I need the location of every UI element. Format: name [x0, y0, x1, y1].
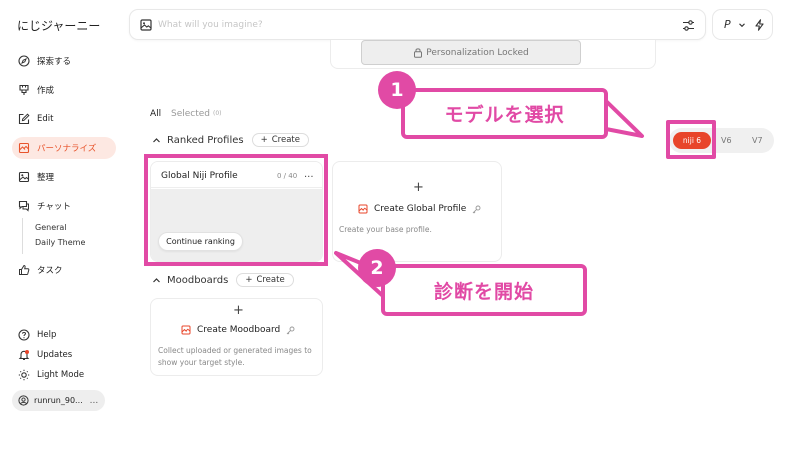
sidebar-item-light-mode[interactable]: Light Mode	[12, 364, 116, 386]
sidebar-item-help[interactable]: Help	[12, 324, 116, 346]
user-icon	[18, 395, 29, 406]
key-icon	[473, 205, 481, 213]
image-upload-icon[interactable]	[140, 19, 152, 31]
moodboards-title: Moodboards	[167, 274, 229, 286]
create-global-profile-card[interactable]: + Create Global Profile Create your base…	[332, 161, 502, 262]
callout-start-diagnosis: 診断を開始	[381, 264, 587, 316]
plus-icon: +	[245, 275, 253, 285]
callout-select-model: モデルを選択	[401, 88, 608, 139]
tab-selected[interactable]: Selected (0)	[171, 109, 222, 119]
ranked-profiles-title: Ranked Profiles	[167, 134, 244, 146]
create-global-profile-title-row: Create Global Profile	[358, 204, 481, 214]
personalize-icon	[358, 204, 368, 214]
plus-icon: +	[413, 180, 424, 195]
moodboard-icon	[181, 325, 191, 335]
settings-sliders-icon[interactable]	[682, 19, 695, 32]
create-moodboard-title: Create Moodboard	[197, 325, 281, 335]
version-v6-button[interactable]: V6	[721, 136, 732, 145]
tab-all[interactable]: All	[150, 109, 161, 119]
sidebar-item-explore[interactable]: 探索する	[12, 50, 116, 72]
callout-1-pointer	[604, 99, 644, 138]
plus-icon: +	[260, 135, 268, 145]
step-1-badge: 1	[378, 71, 416, 109]
prompt-input[interactable]	[158, 16, 658, 34]
lock-icon	[414, 48, 423, 58]
version-v7-button[interactable]: V7	[752, 136, 763, 145]
page-bottom-area	[0, 424, 800, 450]
profile-mode-label: P	[724, 18, 731, 31]
create-label: Create	[271, 135, 300, 145]
personalization-locked-button[interactable]: Personalization Locked	[361, 40, 581, 65]
sun-icon	[18, 369, 30, 381]
chevron-down-icon	[739, 23, 745, 28]
edit-icon	[18, 113, 30, 125]
create-global-profile-description: Create your base profile.	[339, 225, 432, 234]
sidebar-item-updates[interactable]: Updates	[12, 344, 116, 366]
ranking-count: 0 / 40	[277, 172, 298, 180]
sidebar-item-create[interactable]: 作成	[12, 79, 116, 101]
user-more-icon[interactable]: ...	[90, 396, 99, 406]
sidebar-item-edit[interactable]: Edit	[12, 108, 116, 130]
sidebar-item-label: 整理	[37, 173, 55, 183]
image-icon	[18, 171, 30, 183]
tab-selected-label: Selected	[171, 109, 211, 119]
sidebar-item-label: タスク	[37, 266, 63, 276]
create-label: Create	[256, 275, 285, 285]
sidebar-item-label: パーソナライズ	[37, 144, 97, 154]
brand-logo[interactable]: にじジャーニー	[17, 17, 100, 34]
sidebar-item-label: Edit	[37, 114, 54, 124]
profile-preview: Continue ranking	[151, 189, 322, 261]
sidebar-item-label: 作成	[37, 86, 55, 96]
chevron-up-icon[interactable]	[152, 136, 161, 145]
more-options-icon[interactable]: ...	[304, 169, 314, 180]
model-version-switch: niji 6 V6 V7	[669, 128, 774, 153]
personalize-icon	[18, 142, 30, 154]
create-moodboard-card[interactable]: + Create Moodboard Collect uploaded or g…	[150, 298, 323, 376]
brush-icon	[19, 84, 29, 95]
sidebar-item-organize[interactable]: 整理	[12, 166, 116, 188]
chat-channel-daily-theme[interactable]: Daily Theme	[35, 238, 85, 247]
create-global-profile-title: Create Global Profile	[374, 204, 467, 214]
personalization-locked-label: Personalization Locked	[426, 47, 529, 58]
help-icon	[18, 329, 30, 341]
sidebar-item-label: Updates	[37, 350, 73, 360]
lightning-icon[interactable]	[754, 19, 765, 31]
global-niji-profile-card[interactable]: Global Niji Profile 0 / 40 ... Continue …	[150, 161, 323, 262]
sidebar-item-label: 探索する	[37, 57, 72, 67]
user-account-button[interactable]: runrun_90... ...	[12, 390, 105, 411]
create-moodboard-title-row: Create Moodboard	[181, 325, 295, 335]
profile-mode-menu[interactable]: P	[712, 9, 773, 40]
tab-selected-count: (0)	[213, 110, 222, 117]
version-niji-6-button[interactable]: niji 6	[673, 132, 711, 149]
prompt-bar	[129, 9, 706, 40]
ranked-profiles-header: Ranked Profiles + Create	[152, 132, 309, 148]
chevron-up-icon[interactable]	[152, 276, 161, 285]
bell-icon	[18, 350, 30, 360]
create-moodboard-description: Collect uploaded or generated images to …	[158, 346, 312, 367]
sidebar-item-label: Help	[37, 330, 57, 340]
profile-title: Global Niji Profile	[161, 171, 238, 181]
moodboards-header: Moodboards + Create	[152, 272, 294, 288]
continue-ranking-button[interactable]: Continue ranking	[158, 232, 243, 251]
sidebar-item-label: チャット	[37, 202, 71, 212]
sidebar-item-tasks[interactable]: タスク	[12, 259, 116, 281]
thumbs-up-icon	[19, 264, 30, 275]
chat-submenu: General Daily Theme	[22, 218, 102, 254]
sidebar-item-label: Light Mode	[37, 370, 85, 380]
sidebar-item-personalize[interactable]: パーソナライズ	[12, 137, 116, 159]
step-2-badge: 2	[358, 249, 396, 287]
chat-icon	[18, 200, 29, 212]
sidebar: にじジャーニー 探索する 作成 Edit パーソナライズ 整理 チャット Gen…	[0, 0, 124, 424]
compass-icon	[18, 55, 30, 67]
key-icon	[286, 326, 295, 334]
username: runrun_90...	[34, 396, 83, 405]
sidebar-item-chat[interactable]: チャット	[12, 195, 116, 217]
app-window: にじジャーニー 探索する 作成 Edit パーソナライズ 整理 チャット Gen…	[0, 0, 800, 424]
plus-icon: +	[233, 303, 244, 318]
card-header: Global Niji Profile 0 / 40 ...	[151, 162, 322, 188]
chat-channel-general[interactable]: General	[35, 223, 67, 232]
create-moodboard-button[interactable]: + Create	[236, 273, 294, 287]
create-ranked-profile-button[interactable]: + Create	[251, 133, 309, 147]
